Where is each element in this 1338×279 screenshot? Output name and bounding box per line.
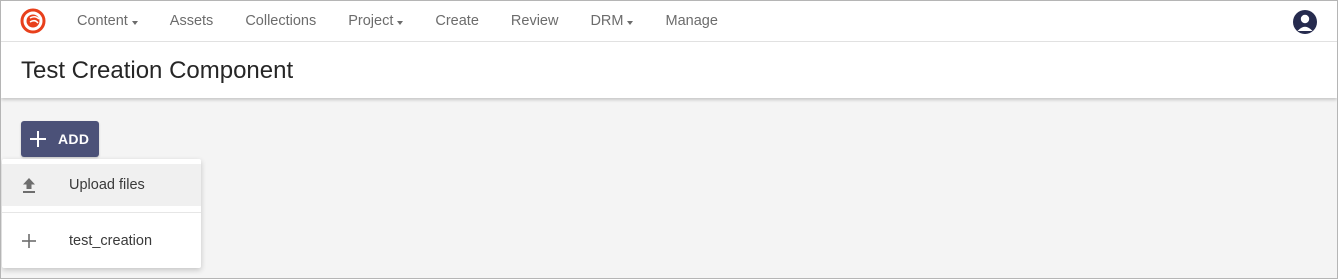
nav-item-label: Assets xyxy=(169,13,214,29)
chevron-down-icon xyxy=(397,20,404,25)
nav-item-content[interactable]: Content xyxy=(61,1,154,42)
nav-item-create[interactable]: Create xyxy=(419,1,495,42)
menu-item-upload-files[interactable]: Upload files xyxy=(2,164,201,206)
nav-item-label: Create xyxy=(435,13,479,29)
nav-item-assets[interactable]: Assets xyxy=(154,1,230,42)
app-window: Content Assets Collections Project Creat… xyxy=(0,0,1338,279)
plus-icon xyxy=(30,131,46,147)
nav-item-label: Review xyxy=(510,13,559,29)
add-button-label: ADD xyxy=(58,131,90,147)
nav-item-label: Collections xyxy=(245,13,317,29)
user-silhouette-icon xyxy=(1297,14,1313,31)
chevron-down-icon xyxy=(627,20,634,25)
upload-icon xyxy=(23,178,35,193)
nav-item-label: Project xyxy=(348,13,394,29)
nav-item-drm[interactable]: DRM xyxy=(574,1,649,42)
nav-item-label: Content xyxy=(77,13,128,29)
nav-item-manage[interactable]: Manage xyxy=(649,1,733,42)
nav-item-label: Manage xyxy=(665,13,718,29)
plus-icon xyxy=(22,234,36,248)
top-navigation-bar: Content Assets Collections Project Creat… xyxy=(1,1,1337,42)
chevron-down-icon xyxy=(131,20,138,25)
menu-item-label: test_creation xyxy=(69,233,153,249)
nav-item-review[interactable]: Review xyxy=(495,1,575,42)
app-logo-icon[interactable] xyxy=(20,8,46,34)
page-title: Test Creation Component xyxy=(21,57,294,84)
menu-divider xyxy=(2,212,201,213)
add-dropdown-menu: Upload files test_creation xyxy=(2,159,201,268)
menu-item-test-creation[interactable]: test_creation xyxy=(2,219,201,263)
nav-item-label: DRM xyxy=(590,13,624,29)
page-header: Test Creation Component xyxy=(1,42,1337,98)
main-nav: Content Assets Collections Project Creat… xyxy=(61,1,734,42)
menu-item-label: Upload files xyxy=(69,177,145,193)
nav-item-collections[interactable]: Collections xyxy=(229,1,332,42)
nav-item-project[interactable]: Project xyxy=(332,1,419,42)
user-avatar-icon[interactable] xyxy=(1293,10,1317,34)
add-button[interactable]: ADD xyxy=(21,121,99,157)
